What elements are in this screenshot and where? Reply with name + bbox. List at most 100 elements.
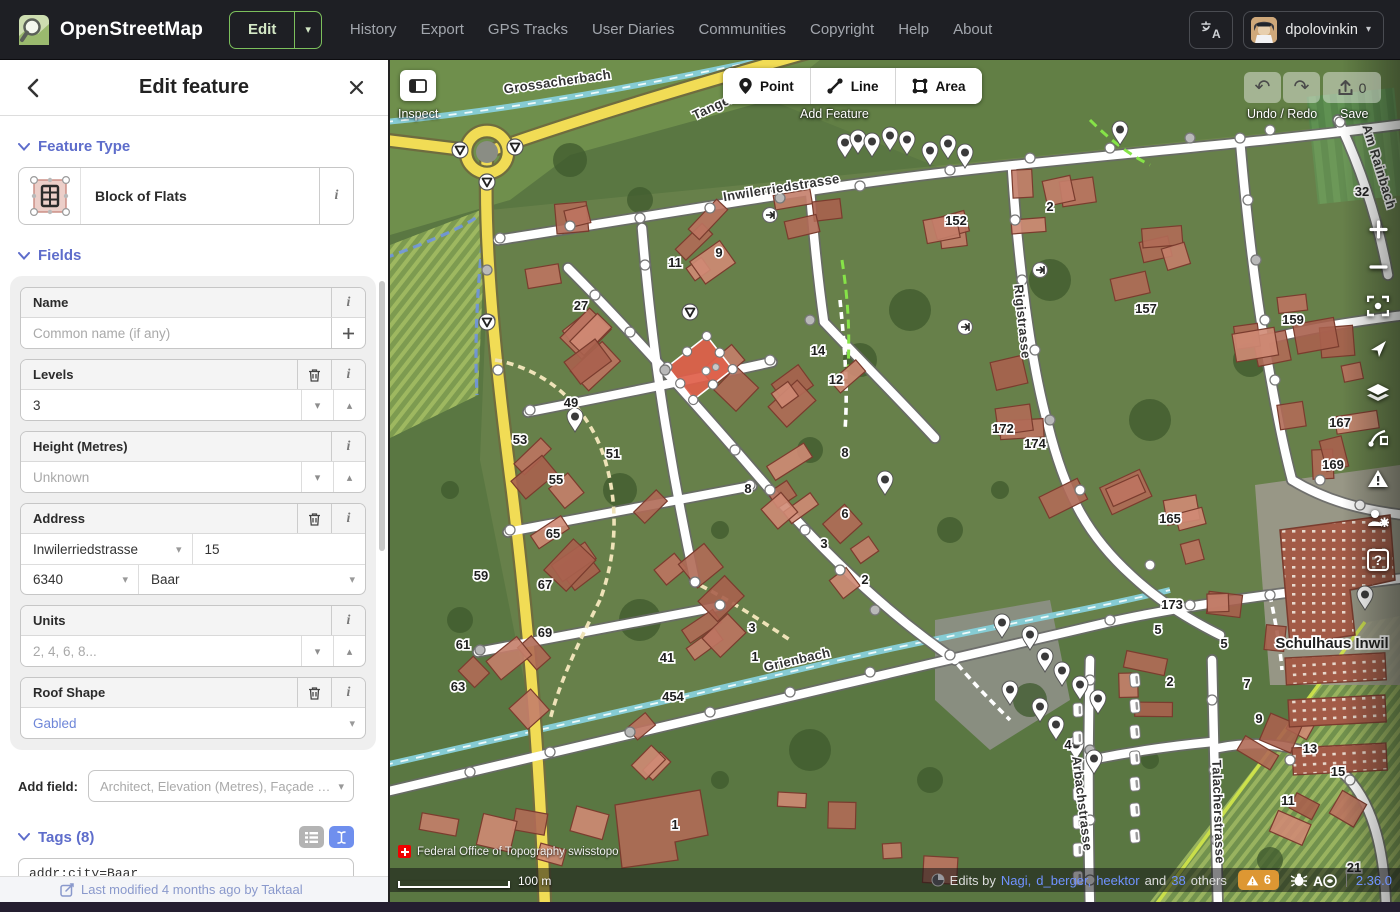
- nav-communities[interactable]: Communities: [698, 21, 786, 38]
- levels-decrement-button[interactable]: ▾: [301, 390, 333, 420]
- background-settings-button[interactable]: [1363, 372, 1393, 416]
- last-modified-footer[interactable]: Last modified 4 months ago by Taktaal: [0, 876, 388, 902]
- nav-user-diaries[interactable]: User Diaries: [592, 21, 675, 38]
- address-street-combo[interactable]: Inwilerriedstrasse▾: [21, 534, 192, 564]
- inspect-label: Inspect: [398, 107, 438, 121]
- tags-text-editor[interactable]: addr:city=Baar: [18, 858, 354, 876]
- fields-section-header[interactable]: Fields: [18, 247, 370, 264]
- map-data-button[interactable]: [1363, 416, 1393, 458]
- issues-count-badge[interactable]: 6: [1238, 870, 1279, 890]
- save-button[interactable]: 0: [1323, 72, 1381, 103]
- nav-copyright[interactable]: Copyright: [810, 21, 874, 38]
- user-link[interactable]: Nagi,: [1001, 873, 1031, 888]
- edit-button[interactable]: Edit: [230, 12, 294, 48]
- feature-type-section-header[interactable]: Feature Type: [18, 138, 370, 155]
- tags-table-view-button[interactable]: [299, 826, 324, 848]
- add-field-select[interactable]: Architect, Elevation (Metres), Façade Co…: [88, 770, 354, 802]
- height-increment-button[interactable]: ▴: [333, 462, 365, 492]
- height-input[interactable]: [21, 462, 301, 492]
- edit-history-icon: [60, 883, 74, 897]
- house-number-label: 4: [1064, 737, 1072, 752]
- roof-shape-info-button[interactable]: i: [331, 678, 365, 707]
- units-decrement-button[interactable]: ▾: [301, 636, 333, 666]
- name-add-language-button[interactable]: [331, 318, 365, 348]
- name-info-button[interactable]: i: [331, 288, 365, 317]
- levels-remove-button[interactable]: [297, 360, 331, 389]
- address-city-combo[interactable]: Baar▾: [139, 565, 365, 594]
- nav-help[interactable]: Help: [898, 21, 929, 38]
- geolocate-button[interactable]: [1363, 326, 1393, 372]
- tags-section-header[interactable]: Tags (8): [18, 826, 354, 848]
- preset-card-block-of-flats[interactable]: Block of Flats i: [18, 167, 354, 225]
- back-button[interactable]: [18, 74, 46, 102]
- preset-info-button[interactable]: i: [319, 168, 353, 224]
- address-info-button[interactable]: i: [331, 504, 365, 533]
- units-input[interactable]: [21, 636, 301, 666]
- preset-area-icon: [19, 168, 81, 224]
- close-icon: [349, 80, 364, 95]
- height-info-button[interactable]: i: [331, 432, 365, 461]
- tags-text-view-button[interactable]: [329, 826, 354, 848]
- house-number-label: 15: [1331, 764, 1345, 779]
- top-nav-links: History Export GPS Tracks User Diaries C…: [350, 21, 992, 38]
- roof-shape-combo[interactable]: Gabled▾: [21, 708, 365, 738]
- units-info-button[interactable]: i: [331, 606, 365, 635]
- zoom-in-button[interactable]: [1363, 210, 1393, 248]
- translate-status-icon[interactable]: A: [1313, 873, 1337, 888]
- user-link[interactable]: heektor: [1096, 873, 1139, 888]
- undo-button[interactable]: ↶: [1244, 72, 1281, 103]
- address-housenumber-input[interactable]: [192, 534, 366, 564]
- address-postcode-combo[interactable]: 6340▾: [21, 565, 139, 594]
- address-remove-button[interactable]: [297, 504, 331, 533]
- map-controls-toolbar: ?: [1363, 210, 1393, 582]
- redo-button[interactable]: ↷: [1283, 72, 1320, 103]
- zoom-to-selection-button[interactable]: [1363, 286, 1393, 326]
- units-increment-button[interactable]: ▴: [333, 636, 365, 666]
- more-users-link[interactable]: 38: [1171, 873, 1185, 888]
- sidebar-scrollbar[interactable]: [379, 281, 385, 551]
- nav-about[interactable]: About: [953, 21, 992, 38]
- user-menu-button[interactable]: dpolovinkin ▾: [1243, 11, 1384, 49]
- top-navigation-bar: OpenStreetMap Edit ▾ History Export GPS …: [0, 0, 1400, 60]
- nav-history[interactable]: History: [350, 21, 397, 38]
- edit-dropdown-caret[interactable]: ▾: [294, 12, 321, 48]
- issues-button[interactable]: [1363, 458, 1393, 498]
- levels-input[interactable]: [21, 390, 301, 420]
- map-attribution[interactable]: Federal Office of Topography swisstopo: [398, 845, 619, 858]
- report-bug-icon[interactable]: [1290, 873, 1308, 887]
- nav-gps-tracks[interactable]: GPS Tracks: [488, 21, 568, 38]
- top-right-controls: A dpolovinkin ▾: [1189, 11, 1384, 49]
- roof-shape-remove-button[interactable]: [297, 678, 331, 707]
- height-decrement-button[interactable]: ▾: [301, 462, 333, 492]
- house-number-label: 3: [748, 620, 755, 635]
- user-link[interactable]: d_berger,: [1036, 873, 1091, 888]
- inspect-toggle-button[interactable]: [400, 70, 436, 101]
- osm-id-editor: OpenStreetMap Edit ▾ History Export GPS …: [0, 0, 1400, 912]
- osm-logo-brand[interactable]: OpenStreetMap: [18, 14, 203, 46]
- house-number-label: 67: [538, 577, 552, 592]
- translate-icon: A: [1200, 20, 1222, 40]
- house-number-label: 9: [1255, 711, 1262, 726]
- nav-export[interactable]: Export: [421, 21, 464, 38]
- house-number-label: 9: [715, 245, 722, 260]
- preferences-button[interactable]: [1363, 498, 1393, 538]
- warning-icon: [1246, 875, 1259, 886]
- name-input[interactable]: [21, 318, 331, 348]
- add-feature-toolbar: Point Line Area: [723, 68, 982, 104]
- undo-redo-label: Undo / Redo: [1247, 107, 1317, 121]
- close-button[interactable]: [342, 74, 370, 102]
- levels-info-button[interactable]: i: [331, 360, 365, 389]
- add-area-button[interactable]: Area: [895, 68, 982, 104]
- add-point-button[interactable]: Point: [723, 68, 810, 104]
- levels-increment-button[interactable]: ▴: [333, 390, 365, 420]
- version-link[interactable]: 2.36.0: [1356, 873, 1392, 888]
- help-button[interactable]: ?: [1363, 538, 1393, 582]
- house-number-label: 1: [751, 649, 758, 664]
- map-canvas[interactable]: GrossacherbachTangente Zug-BInwilerrieds…: [390, 60, 1400, 902]
- undo-icon: ↶: [1255, 78, 1271, 97]
- add-line-button[interactable]: Line: [810, 68, 895, 104]
- scale-bar: 100 m: [398, 874, 551, 888]
- language-button[interactable]: A: [1189, 11, 1233, 49]
- zoom-out-button[interactable]: [1363, 248, 1393, 286]
- house-number-label: 167: [1329, 415, 1351, 430]
